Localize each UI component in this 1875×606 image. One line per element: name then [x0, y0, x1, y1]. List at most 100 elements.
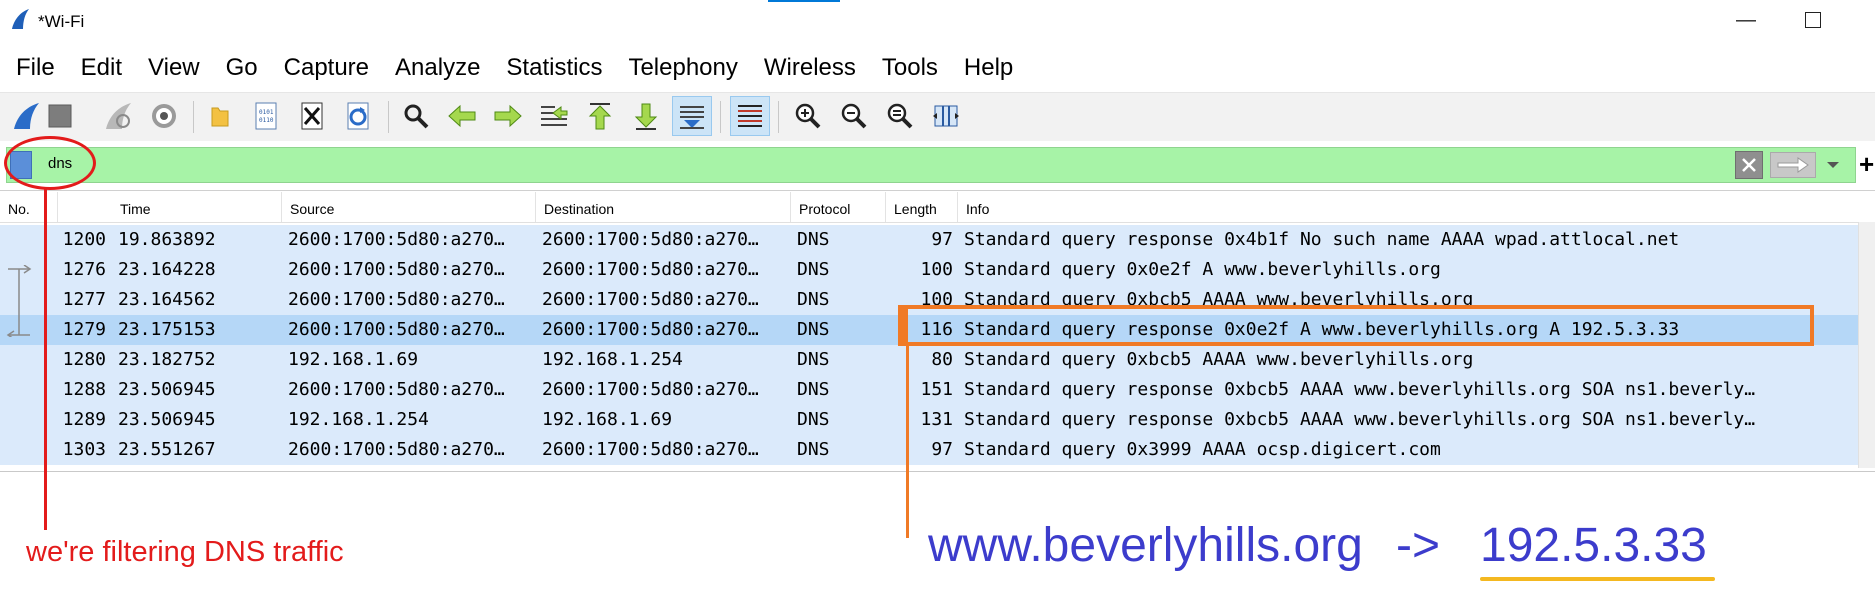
- menu-file[interactable]: File: [0, 48, 68, 88]
- column-header-info[interactable]: Info: [958, 192, 1858, 222]
- menu-analyze[interactable]: Analyze: [382, 48, 493, 88]
- cell-protocol: DNS: [797, 229, 830, 250]
- cell-length: 97: [931, 439, 953, 460]
- add-filter-button[interactable]: +: [1859, 149, 1874, 179]
- apply-filter-button[interactable]: [1770, 152, 1816, 178]
- cell-info: Standard query response 0x4b1f No such n…: [964, 229, 1680, 250]
- cell-protocol: DNS: [797, 409, 830, 430]
- recent-filters-dropdown[interactable]: [1820, 152, 1846, 178]
- close-icon: [1742, 158, 1756, 172]
- column-header-destination[interactable]: Destination: [536, 192, 791, 222]
- maximize-button[interactable]: [1795, 2, 1831, 38]
- resize-columns-icon[interactable]: [926, 96, 966, 136]
- column-header-source[interactable]: Source: [282, 192, 536, 222]
- response-callout-line: [906, 346, 909, 538]
- clear-filter-button[interactable]: [1735, 151, 1763, 179]
- menu-wireless[interactable]: Wireless: [751, 48, 869, 88]
- cell-time: 23.164562: [118, 289, 216, 310]
- cell-no: 1303: [62, 439, 106, 460]
- zoom-out-icon[interactable]: [834, 96, 874, 136]
- cell-length: 131: [920, 409, 953, 430]
- go-forward-icon[interactable]: [488, 96, 528, 136]
- menu-help[interactable]: Help: [951, 48, 1026, 88]
- colorize-icon[interactable]: [730, 96, 770, 136]
- menu-go[interactable]: Go: [213, 48, 271, 88]
- chevron-down-icon: [1827, 162, 1839, 168]
- cell-length: 151: [920, 379, 953, 400]
- menu-telephony[interactable]: Telephony: [615, 48, 750, 88]
- column-header-no[interactable]: No.: [0, 192, 58, 222]
- go-back-icon[interactable]: [442, 96, 482, 136]
- title-bar: [0, 0, 1875, 38]
- menu-capture[interactable]: Capture: [271, 48, 382, 88]
- table-row[interactable]: 1276 23.164228 2600:1700:5d80:a270… 2600:17…: [0, 255, 1858, 285]
- display-filter-bar: [6, 147, 1856, 183]
- cell-source: 192.168.1.69: [288, 349, 419, 370]
- minimize-button[interactable]: —: [1728, 2, 1764, 38]
- go-first-icon[interactable]: [580, 96, 620, 136]
- cell-destination: 2600:1700:5d80:a270…: [542, 379, 759, 400]
- go-last-icon[interactable]: [626, 96, 666, 136]
- save-file-icon[interactable]: 0101 0110: [246, 96, 286, 136]
- cell-length: 97: [931, 229, 953, 250]
- restart-capture-icon[interactable]: [98, 96, 138, 136]
- find-packet-icon[interactable]: [396, 96, 436, 136]
- cell-protocol: DNS: [797, 289, 830, 310]
- svg-text:0110: 0110: [259, 117, 274, 124]
- cell-length: 80: [931, 349, 953, 370]
- packet-list-scrollbar[interactable]: [1858, 222, 1875, 468]
- cell-no: 1200: [62, 229, 106, 250]
- table-row[interactable]: 1303 23.551267 2600:1700:5d80:a270… 2600:17…: [0, 435, 1858, 465]
- cell-time: 23.506945: [118, 379, 216, 400]
- column-header-protocol[interactable]: Protocol: [791, 192, 886, 222]
- table-row[interactable]: 1289 23.506945 192.168.1.254 192.168.1.69 DN…: [0, 405, 1858, 435]
- related-packet-icon: [6, 265, 32, 337]
- arrow-right-icon: [1777, 157, 1809, 173]
- open-file-icon[interactable]: [200, 96, 240, 136]
- cell-source: 2600:1700:5d80:a270…: [288, 229, 505, 250]
- menu-edit[interactable]: Edit: [68, 48, 135, 88]
- close-file-icon[interactable]: [292, 96, 332, 136]
- reload-file-icon[interactable]: [338, 96, 378, 136]
- cell-protocol: DNS: [797, 379, 830, 400]
- ip-underline: [1480, 577, 1715, 581]
- filter-annotation: we're filtering DNS traffic: [26, 536, 344, 568]
- cell-info: Standard query response 0xbcb5 AAAA www.…: [964, 379, 1756, 400]
- cell-source: 2600:1700:5d80:a270…: [288, 439, 505, 460]
- menu-view[interactable]: View: [135, 48, 213, 88]
- cell-time: 23.551267: [118, 439, 216, 460]
- menu-statistics[interactable]: Statistics: [493, 48, 615, 88]
- zoom-in-icon[interactable]: [788, 96, 828, 136]
- column-header-length[interactable]: Length: [886, 192, 958, 222]
- cell-length: 100: [920, 259, 953, 280]
- capture-options-icon[interactable]: [144, 96, 184, 136]
- cell-destination: 2600:1700:5d80:a270…: [542, 289, 759, 310]
- cell-info: Standard query 0x3999 AAAA ocsp.digicert…: [964, 439, 1441, 460]
- cell-protocol: DNS: [797, 439, 830, 460]
- resolution-arrow: ->: [1396, 519, 1441, 572]
- normal-size-icon[interactable]: [880, 96, 920, 136]
- cell-destination: 192.168.1.254: [542, 349, 683, 370]
- go-to-packet-icon[interactable]: [534, 96, 574, 136]
- cell-time: 23.164228: [118, 259, 216, 280]
- table-row[interactable]: 1280 23.182752 192.168.1.69 192.168.1.254 DN…: [0, 345, 1858, 375]
- filter-highlight-circle: [4, 136, 96, 190]
- cell-info: Standard query response 0xbcb5 AAAA www.…: [964, 409, 1756, 430]
- auto-scroll-icon[interactable]: [672, 96, 712, 136]
- cell-destination: 2600:1700:5d80:a270…: [542, 259, 759, 280]
- table-row[interactable]: 1288 23.506945 2600:1700:5d80:a270… 2600:17…: [0, 375, 1858, 405]
- cell-no: 1288: [62, 379, 106, 400]
- filter-callout-line: [44, 188, 47, 530]
- cell-destination: 192.168.1.69: [542, 409, 673, 430]
- cell-time: 23.182752: [118, 349, 216, 370]
- toolbar-separator: [193, 101, 194, 133]
- cell-no: 1289: [62, 409, 106, 430]
- cell-time: 19.863892: [118, 229, 216, 250]
- menu-tools[interactable]: Tools: [869, 48, 951, 88]
- table-row[interactable]: 1200 19.863892 2600:1700:5d80:a270… 2600:17…: [0, 225, 1858, 255]
- cell-source: 2600:1700:5d80:a270…: [288, 289, 505, 310]
- resolved-hostname: www.beverlyhills.org: [928, 519, 1363, 572]
- column-header-time[interactable]: Time: [112, 192, 282, 222]
- cell-info: Standard query 0x0e2f A www.beverlyhills…: [964, 259, 1441, 280]
- stop-capture-icon[interactable]: [40, 96, 80, 136]
